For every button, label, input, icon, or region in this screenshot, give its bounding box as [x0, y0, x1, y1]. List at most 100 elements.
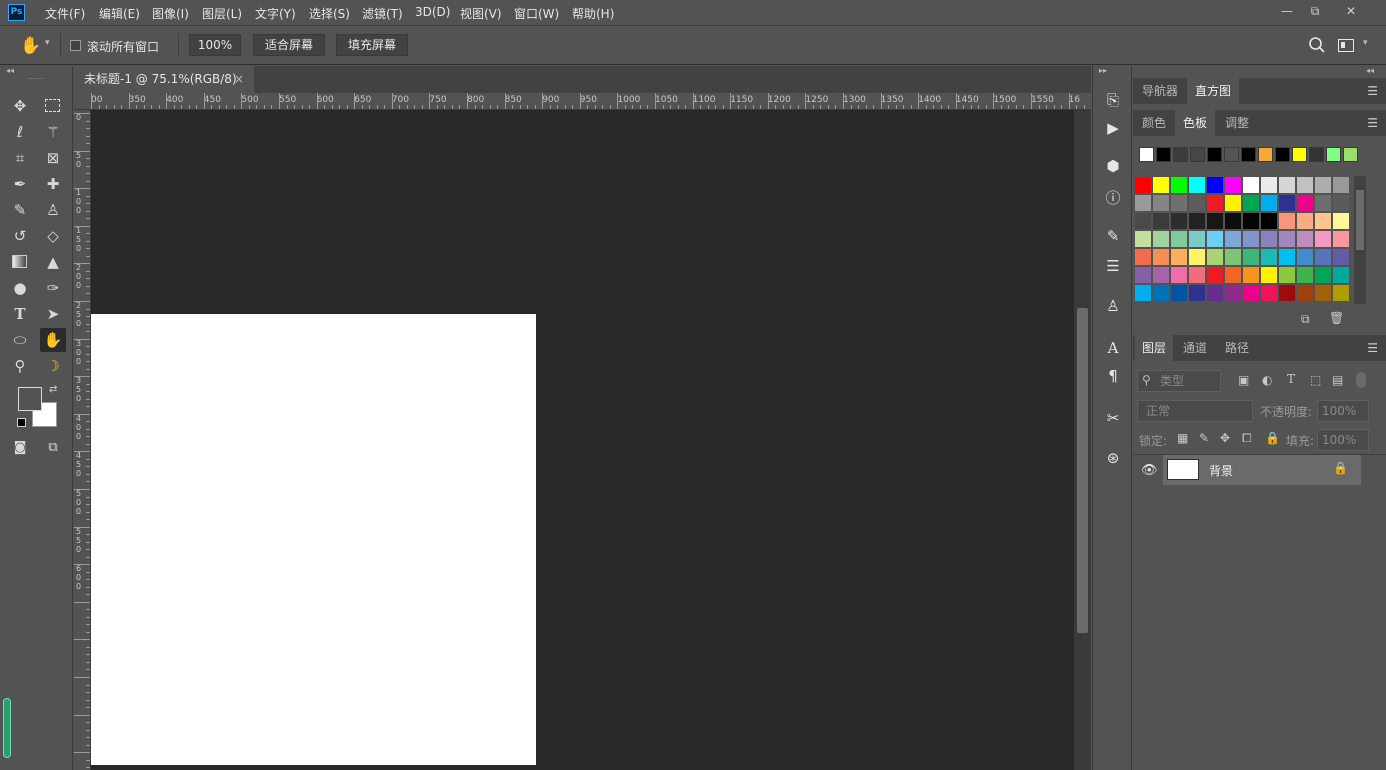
- ellipse-tool-icon[interactable]: ⬭: [7, 328, 33, 352]
- tab-swatches[interactable]: 色板: [1175, 110, 1215, 136]
- swatch[interactable]: [1279, 195, 1295, 211]
- close-tab-icon[interactable]: ×: [234, 66, 244, 93]
- recent-swatch[interactable]: [1275, 147, 1290, 162]
- blur-tool-icon[interactable]: ▲: [40, 250, 66, 274]
- menu-view[interactable]: 视图(V): [460, 5, 502, 22]
- collapse-panel-icon[interactable]: ▸▸: [1099, 66, 1107, 75]
- crop-tool-icon[interactable]: ⌗: [7, 146, 33, 170]
- swatch[interactable]: [1279, 285, 1295, 301]
- swatch[interactable]: [1333, 195, 1349, 211]
- swatch[interactable]: [1243, 213, 1259, 229]
- swatch[interactable]: [1135, 177, 1151, 193]
- swatches-scrollbar[interactable]: [1354, 176, 1366, 304]
- menu-type[interactable]: 文字(Y): [255, 5, 296, 22]
- swatch[interactable]: [1315, 267, 1331, 283]
- chevron-down-icon[interactable]: ▾: [1363, 38, 1368, 48]
- recent-swatch[interactable]: [1207, 147, 1222, 162]
- swatch[interactable]: [1333, 177, 1349, 193]
- menu-select[interactable]: 选择(S): [309, 5, 350, 22]
- libraries-icon[interactable]: ⊛: [1101, 446, 1125, 470]
- swatch[interactable]: [1279, 249, 1295, 265]
- recent-swatch[interactable]: [1309, 147, 1324, 162]
- swatch[interactable]: [1261, 231, 1277, 247]
- history-brush-tool-icon[interactable]: ↺: [7, 224, 33, 248]
- menu-layer[interactable]: 图层(L): [202, 5, 242, 22]
- swatch[interactable]: [1261, 195, 1277, 211]
- swatch[interactable]: [1189, 213, 1205, 229]
- swatch[interactable]: [1315, 249, 1331, 265]
- swatch[interactable]: [1171, 213, 1187, 229]
- swatch[interactable]: [1153, 285, 1169, 301]
- panel-menu-icon[interactable]: ☰: [1367, 116, 1378, 130]
- tab-channels[interactable]: 通道: [1175, 335, 1215, 361]
- swatch[interactable]: [1243, 285, 1259, 301]
- swatch[interactable]: [1189, 267, 1205, 283]
- swap-colors-icon[interactable]: ⇄: [49, 384, 57, 395]
- marquee-tool-icon[interactable]: [40, 94, 66, 118]
- type-tool-icon[interactable]: T: [7, 302, 33, 326]
- swatch[interactable]: [1225, 195, 1241, 211]
- swatch[interactable]: [1225, 249, 1241, 265]
- fill-field[interactable]: 100%: [1317, 429, 1369, 451]
- swatch[interactable]: [1315, 213, 1331, 229]
- grip-handle[interactable]: [28, 78, 44, 80]
- lock-pixels-brush-icon[interactable]: ✎: [1199, 431, 1209, 445]
- eyedropper-tool-icon[interactable]: ✒: [7, 172, 33, 196]
- swatch[interactable]: [1261, 267, 1277, 283]
- hand-tool-icon[interactable]: ✋: [40, 328, 66, 352]
- swatch[interactable]: [1207, 231, 1223, 247]
- chevron-down-icon[interactable]: ▾: [45, 38, 50, 48]
- recent-swatch[interactable]: [1156, 147, 1171, 162]
- recent-swatch[interactable]: [1224, 147, 1239, 162]
- swatch[interactable]: [1261, 177, 1277, 193]
- quick-mask-icon[interactable]: ◙: [7, 436, 33, 460]
- menu-image[interactable]: 图像(I): [152, 5, 189, 22]
- magic-wand-tool-icon[interactable]: ⚚: [40, 120, 66, 144]
- swatch[interactable]: [1315, 177, 1331, 193]
- eraser-tool-icon[interactable]: ◇: [40, 224, 66, 248]
- eye-visibility-icon[interactable]: 👁: [1141, 463, 1158, 478]
- swatch[interactable]: [1153, 249, 1169, 265]
- swatch[interactable]: [1243, 177, 1259, 193]
- swatch[interactable]: [1153, 195, 1169, 211]
- menu-edit[interactable]: 编辑(E): [99, 5, 140, 22]
- menu-filter[interactable]: 滤镜(T): [362, 5, 403, 22]
- recent-swatch[interactable]: [1258, 147, 1273, 162]
- filter-adjustment-icon[interactable]: ◐: [1262, 373, 1272, 387]
- swatch[interactable]: [1243, 231, 1259, 247]
- swatch[interactable]: [1171, 177, 1187, 193]
- document-tab[interactable]: 未标题-1 @ 75.1%(RGB/8) ×: [74, 66, 254, 93]
- filter-pixel-icon[interactable]: ▣: [1238, 373, 1249, 387]
- swatch[interactable]: [1153, 231, 1169, 247]
- brush-tool-icon[interactable]: ✎: [7, 198, 33, 222]
- swatch[interactable]: [1207, 213, 1223, 229]
- minimize-button[interactable]: —: [1272, 2, 1302, 20]
- close-window-button[interactable]: ✕: [1336, 2, 1366, 20]
- trash-icon[interactable]: 🗑: [1329, 311, 1344, 325]
- hand-tool-preset-icon[interactable]: ✋: [20, 35, 42, 57]
- swatch[interactable]: [1171, 285, 1187, 301]
- lock-artboard-icon[interactable]: ⧠: [1242, 431, 1252, 446]
- swatch[interactable]: [1189, 249, 1205, 265]
- swatch[interactable]: [1171, 231, 1187, 247]
- character-panel-icon[interactable]: A: [1101, 336, 1125, 360]
- swatch[interactable]: [1135, 231, 1151, 247]
- swatch[interactable]: [1171, 249, 1187, 265]
- swatch[interactable]: [1333, 213, 1349, 229]
- screen-mode-icon[interactable]: ⧉: [40, 436, 66, 460]
- swatch[interactable]: [1189, 231, 1205, 247]
- zoom-tool-icon[interactable]: ⚲: [7, 354, 33, 378]
- paragraph-panel-icon[interactable]: ¶: [1101, 364, 1125, 388]
- swatch[interactable]: [1153, 213, 1169, 229]
- recent-swatch[interactable]: [1139, 147, 1154, 162]
- foreground-color-swatch[interactable]: [18, 387, 42, 411]
- swatch[interactable]: [1171, 195, 1187, 211]
- tab-paths[interactable]: 路径: [1217, 335, 1257, 361]
- swatch[interactable]: [1261, 285, 1277, 301]
- tools-scissors-icon[interactable]: ✂: [1101, 406, 1125, 430]
- swatch[interactable]: [1189, 285, 1205, 301]
- tab-histogram[interactable]: 直方图: [1187, 78, 1239, 104]
- swatch[interactable]: [1333, 285, 1349, 301]
- collapse-panel-icon[interactable]: ◂◂: [1366, 66, 1374, 75]
- swatch[interactable]: [1135, 213, 1151, 229]
